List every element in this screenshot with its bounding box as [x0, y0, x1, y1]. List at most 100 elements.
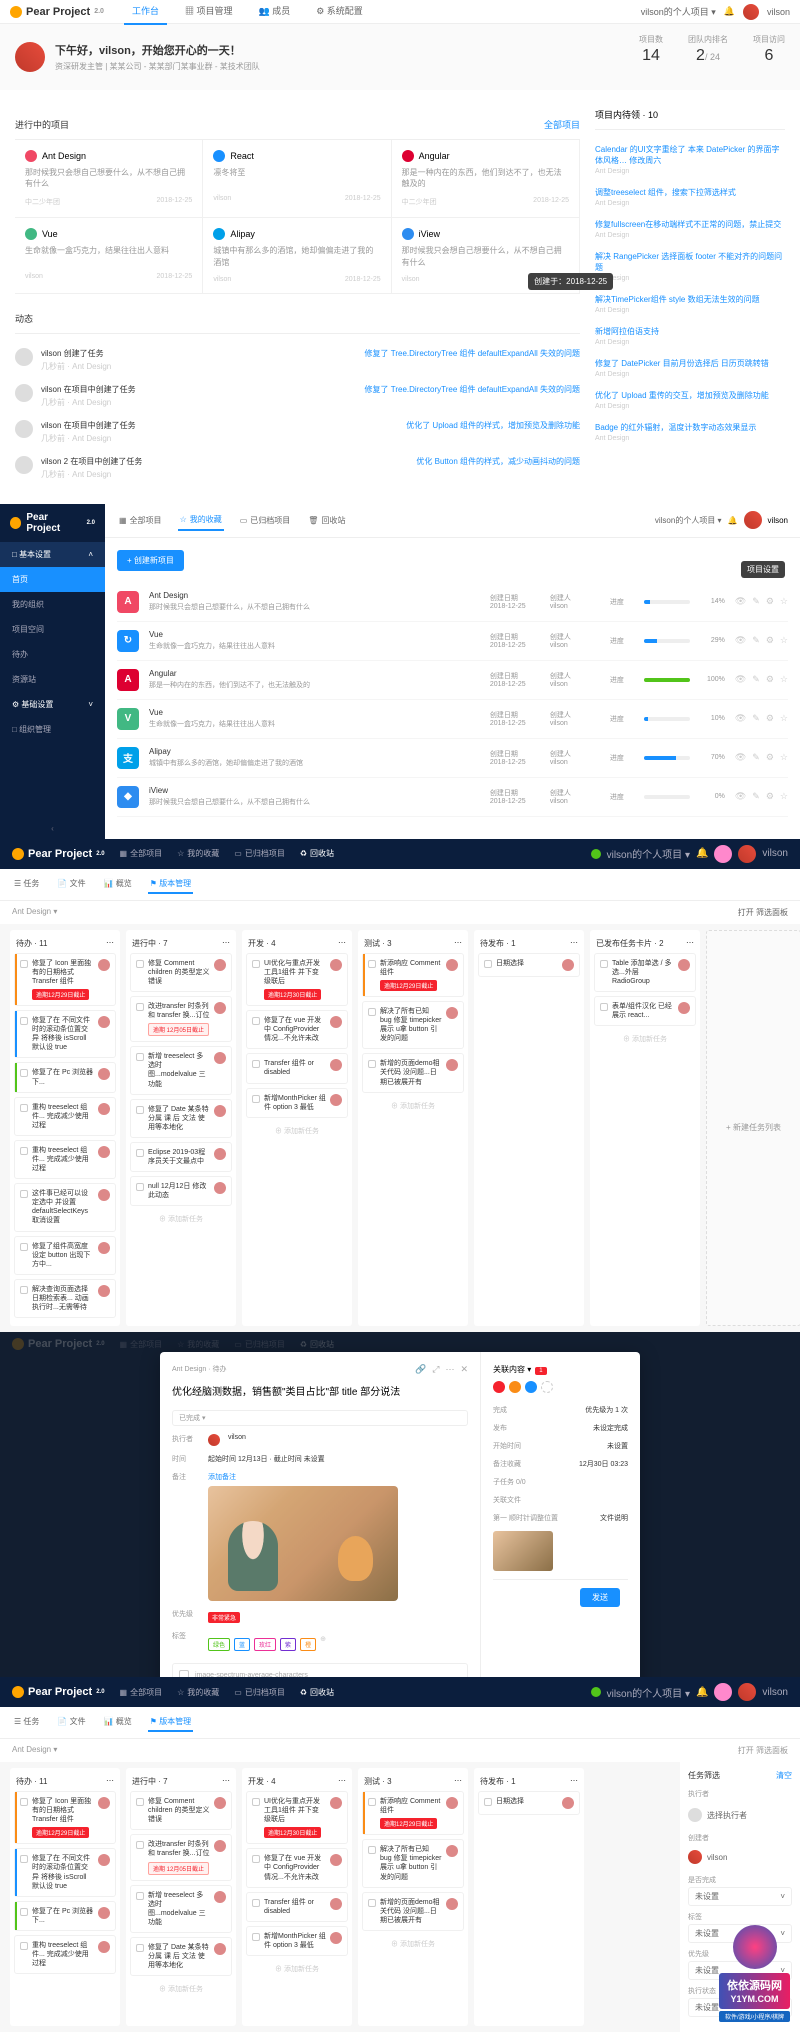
task-card[interactable]: 修复了 Date 某条特分属 课 后 文法 使用等本地化: [130, 1099, 232, 1138]
add-card[interactable]: ⊕ 添加新任务: [130, 1210, 232, 1228]
column-menu-icon[interactable]: ⋯: [222, 938, 230, 949]
task-card[interactable]: 新增的页面demo相关代码 没问题...日期已被展开有: [362, 1053, 464, 1092]
setting-icon[interactable]: ⚙: [766, 635, 774, 646]
topnav-arch[interactable]: ▭ 已归档项目: [234, 848, 285, 859]
checkbox-icon[interactable]: [252, 1060, 260, 1068]
expand-icon[interactable]: ⤢: [432, 1364, 439, 1375]
activity-link[interactable]: 修复了 Tree.DirectoryTree 组件 defaultExpandA…: [365, 348, 580, 359]
add-card[interactable]: ⊕ 添加新任务: [362, 1935, 464, 1953]
priority-tag[interactable]: 非常紧急: [208, 1612, 240, 1623]
checkbox-icon[interactable]: [136, 960, 144, 968]
project-card[interactable]: Angular 那是一种内在的东西，他们到达不了，也无法触及的 中二少年团201…: [392, 140, 580, 218]
activity-link[interactable]: 优化了 Upload 组件的样式，增加预览及删除功能: [406, 420, 580, 431]
brand-logo[interactable]: Pear Project 2.0: [10, 6, 104, 18]
assignee-avatar[interactable]: [214, 1797, 226, 1809]
setting-icon[interactable]: ⚙: [766, 713, 774, 724]
subtab-file[interactable]: 📄 文件: [55, 875, 87, 894]
task-card[interactable]: 新增的页面demo相关代码 没问题...日期已被展开有: [362, 1892, 464, 1931]
news-item[interactable]: 解决TimePicker组件 style 数组无法生效的问题Ant Design: [595, 288, 785, 320]
assignee-avatar[interactable]: [98, 1103, 110, 1115]
view-icon[interactable]: 👁: [735, 635, 746, 646]
checkbox-icon[interactable]: [20, 1908, 28, 1916]
task-card[interactable]: 新增 treeselect 多选时图...modelvalue 三 功能: [130, 1046, 232, 1094]
task-card[interactable]: 改进transfer 时条列和 transfer 换...订位逾期 12月05日…: [130, 1834, 232, 1880]
add-card[interactable]: ⊕ 添加新任务: [130, 1980, 232, 1998]
add-column[interactable]: + 新建任务列表: [706, 930, 800, 1326]
edit-icon[interactable]: ✎: [752, 713, 760, 724]
project-card[interactable]: Ant Design 那时候我只会想自己想要什么，从不想自己拥有什么 中二少年团…: [15, 140, 203, 218]
assignee-avatar[interactable]: [214, 1002, 226, 1014]
checkbox-icon[interactable]: [20, 1147, 28, 1155]
checkbox-icon[interactable]: [136, 1841, 144, 1849]
user-avatar[interactable]: [743, 4, 759, 20]
task-card[interactable]: Table 添加单选 / 多选...外层 RadioGroup: [594, 953, 696, 992]
assignee-avatar[interactable]: [214, 1052, 226, 1064]
view-all-link[interactable]: 全部项目: [544, 118, 580, 131]
checkbox-icon[interactable]: [20, 1069, 28, 1077]
checkbox-icon[interactable]: [368, 1008, 376, 1016]
column-menu-icon[interactable]: ⋯: [222, 1776, 230, 1787]
attachment-thumb[interactable]: [493, 1531, 553, 1571]
filter-select[interactable]: 未设置˅: [688, 1887, 792, 1906]
side-meta-row[interactable]: 关联文件: [493, 1491, 628, 1509]
add-desc-link[interactable]: 添加备注: [208, 1472, 468, 1482]
news-item[interactable]: 新增阿拉伯语支持Ant Design: [595, 320, 785, 352]
assignee-avatar[interactable]: [678, 1002, 690, 1014]
nav-projects[interactable]: ▦ 项目管理: [177, 0, 241, 25]
topnav-trash[interactable]: ♻ 回收站: [300, 848, 334, 859]
menu-group-basic[interactable]: □ 基本设置˄: [0, 542, 105, 567]
assignee-avatar[interactable]: [214, 959, 226, 971]
brand-logo[interactable]: Pear Project2.0: [0, 504, 105, 542]
assignee-avatar[interactable]: [98, 1941, 110, 1953]
nav-settings[interactable]: ⚙ 系统配置: [308, 0, 371, 25]
view-icon[interactable]: 👁: [735, 752, 746, 763]
checkbox-icon[interactable]: [484, 1798, 492, 1806]
checkbox-icon[interactable]: [368, 1060, 376, 1068]
assignee-avatar[interactable]: [330, 1854, 342, 1866]
side-title[interactable]: 关联内容 ▾1: [493, 1364, 628, 1375]
assignee-avatar[interactable]: [98, 1907, 110, 1919]
task-card[interactable]: Transfer 组件 or disabled: [246, 1053, 348, 1083]
nav-members[interactable]: 👥 成员: [250, 0, 298, 25]
column-menu-icon[interactable]: ⋯: [454, 938, 462, 949]
assignee-avatar[interactable]: [330, 1932, 342, 1944]
task-card[interactable]: 修复了在 vue 开发中 ConfigProvider 情况...不允许未改: [246, 1848, 348, 1887]
task-card[interactable]: 新添响应 Comment 组件逾期12月29日截止: [362, 1791, 464, 1835]
assignee-avatar[interactable]: [98, 1189, 110, 1201]
assignee-avatar[interactable]: [330, 1898, 342, 1910]
tab-archived[interactable]: ▭ 已归档项目: [238, 511, 293, 530]
activity-link[interactable]: 修复了 Tree.DirectoryTree 组件 defaultExpandA…: [365, 384, 580, 395]
project-row[interactable]: ↻ Vue生命就像一盒巧克力，结果往往出人意料 创建日期2018-12-25 创…: [117, 622, 788, 661]
checkbox-icon[interactable]: [20, 1942, 28, 1950]
task-card[interactable]: 新增MonthPicker 组件 option 3 最低: [246, 1088, 348, 1118]
sidebar-item-org[interactable]: □ 组织管理: [0, 717, 105, 742]
sidebar-item[interactable]: 项目空间: [0, 617, 105, 642]
view-icon[interactable]: 👁: [735, 791, 746, 802]
project-row[interactable]: ◆ iView那时候我只会想自己想要什么，从不想自己拥有什么 创建日期2018-…: [117, 778, 788, 817]
checkbox-icon[interactable]: [600, 960, 608, 968]
task-card[interactable]: 日期选择: [478, 953, 580, 977]
assignee-avatar[interactable]: [214, 1105, 226, 1117]
task-card[interactable]: 修复了 Date 某条特分属 课 后 文法 使用等本地化: [130, 1937, 232, 1976]
assignee-avatar[interactable]: [214, 1148, 226, 1160]
side-meta-row[interactable]: 备注收藏12月30日 03:23: [493, 1455, 628, 1473]
star-icon[interactable]: ☆: [780, 674, 788, 685]
clear-filter[interactable]: 清空: [776, 1770, 792, 1781]
setting-icon[interactable]: ⚙: [766, 752, 774, 763]
checkbox-icon[interactable]: [252, 1798, 260, 1806]
task-card[interactable]: 修复了在 vue 开发中 ConfigProvider 情况...不允许未改: [246, 1010, 348, 1049]
column-menu-icon[interactable]: ⋯: [570, 1776, 578, 1787]
subtab-task[interactable]: ☰ 任务: [12, 875, 41, 894]
task-card[interactable]: 修复了在 Pc 浏览器下...: [14, 1901, 116, 1931]
assignee-avatar[interactable]: [562, 959, 574, 971]
link-icon[interactable]: 🔗: [415, 1364, 426, 1375]
checkbox-icon[interactable]: [368, 1899, 376, 1907]
side-meta-row[interactable]: 子任务 0/0: [493, 1473, 628, 1491]
org-name[interactable]: vilson的个人项目 ▾: [641, 5, 716, 18]
checkbox-icon[interactable]: [20, 1243, 28, 1251]
checkbox-icon[interactable]: [20, 1798, 28, 1806]
star-icon[interactable]: ☆: [780, 713, 788, 724]
assignee-avatar[interactable]: [330, 1059, 342, 1071]
assignee-avatar[interactable]: [446, 1898, 458, 1910]
subtab-overview[interactable]: 📊 概览: [102, 875, 134, 894]
